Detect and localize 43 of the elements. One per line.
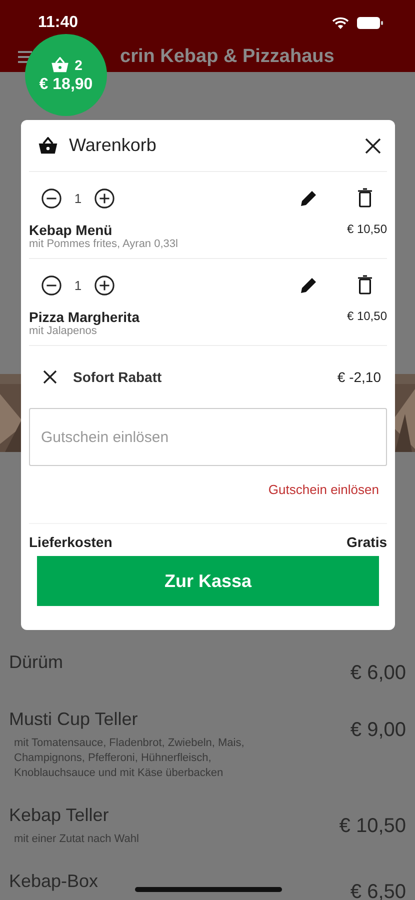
discount-label: Sofort Rabatt <box>73 369 163 385</box>
quantity: 1 <box>73 278 83 292</box>
dish-description: mit einer Zutat nach Wahl <box>13 832 139 847</box>
cart-item-name: Kebap Menü <box>29 222 112 238</box>
plus-button[interactable] <box>94 274 115 296</box>
discount-amount: € -2,10 <box>337 369 381 385</box>
cart-item-options: mit Pommes frites, Ayran 0,33l <box>29 238 387 250</box>
dish-price: € 9,00 <box>350 719 406 742</box>
wifi-icon <box>332 17 349 29</box>
minus-button[interactable] <box>41 274 62 296</box>
dish-price: € 6,00 <box>350 662 406 685</box>
dialog-title: Warenkorb <box>69 135 156 156</box>
delete-button[interactable] <box>357 275 373 295</box>
redeem-voucher-link[interactable]: Gutschein einlösen <box>268 482 379 523</box>
edit-button[interactable] <box>299 275 319 295</box>
delivery-value: Gratis <box>346 534 387 550</box>
dish-price: € 10,50 <box>339 815 406 838</box>
dish-description: mit Tomatensauce, Fladenbrot, Zwiebeln, Mais, Champignons, Pfefferoni, Hühnerfleisch, Knoblauchsauce und mit Käse überbacken <box>13 736 246 781</box>
status-time: 11:40 <box>38 14 78 32</box>
battery-icon <box>357 17 383 29</box>
dish-name: Musti Cup Teller <box>9 709 139 730</box>
close-button[interactable] <box>365 138 381 154</box>
minus-button[interactable] <box>41 188 62 208</box>
cart-count: 2 <box>74 56 82 72</box>
cart-item-price: € 10,50 <box>346 222 387 238</box>
checkout-button[interactable]: Zur Kassa <box>37 556 379 606</box>
edit-button[interactable] <box>299 188 319 208</box>
dish-name: Kebap-Box <box>9 871 98 892</box>
dish-name: Dürüm <box>9 652 64 673</box>
basket-icon <box>50 56 70 72</box>
remove-discount-button[interactable] <box>43 370 57 384</box>
dish-name: Kebap Teller <box>9 805 110 826</box>
cart-total: € 18,90 <box>39 76 93 94</box>
cart-item-price: € 10,50 <box>346 309 387 325</box>
cart-item-options: mit Jalapenos <box>29 325 387 337</box>
quantity: 1 <box>73 190 83 206</box>
cart-item-name: Pizza Margherita <box>29 309 140 325</box>
restaurant-title: crin Kebap & Pizzahaus <box>120 46 334 68</box>
delete-button[interactable] <box>357 188 373 208</box>
basket-icon <box>37 136 59 154</box>
delivery-label: Lieferkosten <box>29 534 112 550</box>
plus-button[interactable] <box>94 188 115 208</box>
voucher-input[interactable]: Gutschein einlösen <box>29 408 387 466</box>
